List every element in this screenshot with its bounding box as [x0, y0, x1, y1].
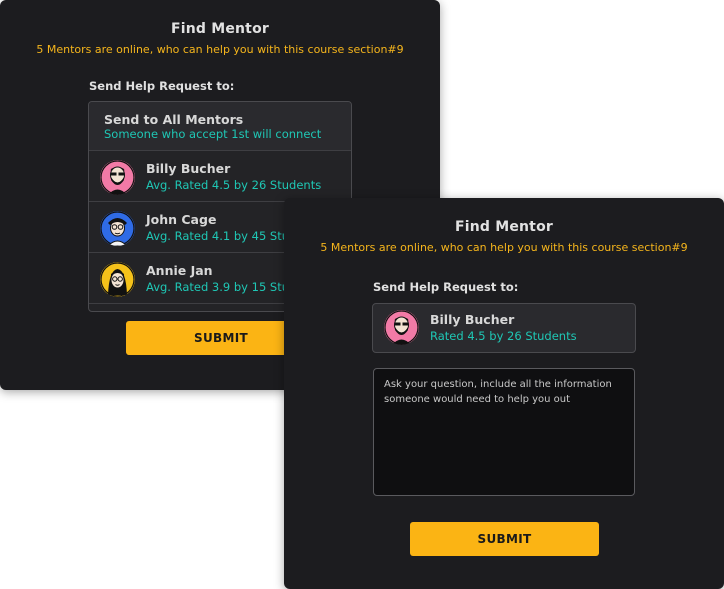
avatar: [384, 310, 419, 345]
list-item-mentor-billy[interactable]: Billy Bucher Avg. Rated 4.5 by 26 Studen…: [89, 151, 351, 202]
send-all-label: Send to All Mentors: [104, 112, 244, 127]
mentor-name: Annie Jan: [146, 263, 213, 278]
mentor-name: Billy Bucher: [146, 161, 231, 176]
send-all-description: Someone who accept 1st will connect: [104, 127, 322, 141]
panel-title: Find Mentor: [454, 219, 554, 235]
list-item-send-all[interactable]: Send to All Mentors Someone who accept 1…: [89, 102, 351, 151]
online-mentors-info: 5 Mentors are online, who can help you w…: [320, 241, 688, 254]
avatar: [100, 211, 135, 246]
avatar: [100, 160, 135, 195]
submit-button[interactable]: SUBMIT: [410, 522, 599, 556]
mentor-name: Billy Bucher: [430, 312, 515, 327]
selected-mentor-dropdown[interactable]: Billy Bucher Rated 4.5 by 26 Students: [372, 303, 636, 353]
avatar: [100, 262, 135, 297]
send-request-label: Send Help Request to:: [373, 280, 519, 294]
mentor-rating: Avg. Rated 4.5 by 26 Students: [146, 178, 322, 192]
find-mentor-panel-question: Find Mentor 5 Mentors are online, who ca…: [284, 198, 724, 589]
mentor-rating: Rated 4.5 by 26 Students: [430, 329, 577, 343]
panel-title: Find Mentor: [170, 21, 270, 37]
send-request-label: Send Help Request to:: [89, 79, 235, 93]
question-textarea[interactable]: [373, 368, 635, 496]
online-mentors-info: 5 Mentors are online, who can help you w…: [36, 43, 404, 56]
mentor-name: John Cage: [146, 212, 217, 227]
